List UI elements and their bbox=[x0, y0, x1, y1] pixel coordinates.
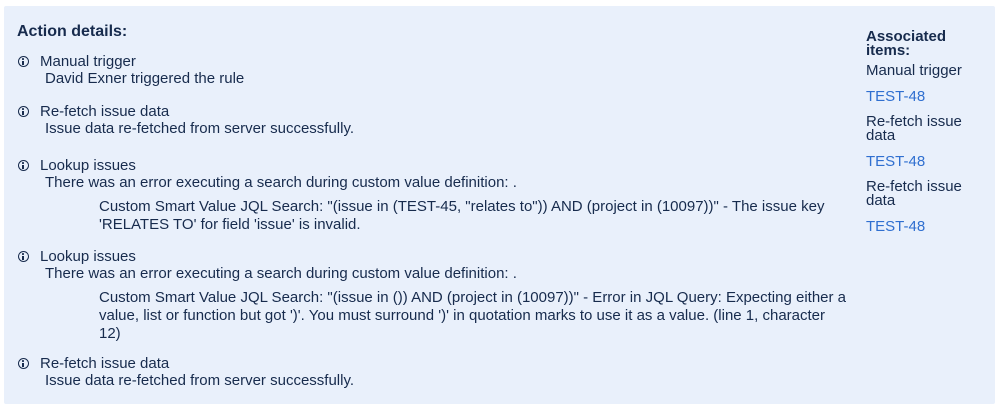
info-icon bbox=[18, 357, 29, 369]
entry-error-detail: Custom Smart Value JQL Search: "(issue i… bbox=[99, 289, 847, 342]
log-entry: Lookup issues There was an error executi… bbox=[18, 247, 849, 343]
entry-title: Re-fetch issue data bbox=[40, 102, 170, 120]
entry-title: Re-fetch issue data bbox=[40, 354, 170, 372]
entry-title: Lookup issues bbox=[40, 247, 136, 265]
entry-error-detail: Custom Smart Value JQL Search: "(issue i… bbox=[99, 198, 825, 233]
associated-items-heading: Associated items: bbox=[866, 28, 947, 59]
associated-item-label: Re-fetch issue data bbox=[866, 178, 962, 209]
info-icon bbox=[18, 55, 29, 67]
associated-issue-link[interactable]: TEST-48 bbox=[866, 218, 994, 235]
info-icon bbox=[18, 250, 29, 262]
log-entry: Lookup issues There was an error executi… bbox=[18, 156, 849, 234]
log-entry: Re-fetch issue data Issue data re-fetche… bbox=[18, 102, 354, 138]
entry-message: Issue data re-fetched from server succes… bbox=[45, 372, 355, 389]
action-details-heading: Action details: bbox=[17, 23, 128, 40]
log-entry: Manual trigger David Exner triggered the… bbox=[18, 52, 244, 88]
entry-title: Lookup issues bbox=[40, 156, 136, 174]
entry-message: Issue data re-fetched from server succes… bbox=[45, 120, 355, 137]
associated-items-sidebar: Associated items: Manual trigger TEST-48… bbox=[866, 28, 994, 245]
entry-message: David Exner triggered the rule bbox=[45, 70, 245, 87]
info-icon bbox=[18, 105, 29, 117]
associated-item-label: Manual trigger bbox=[866, 62, 962, 79]
associated-issue-link[interactable]: TEST-48 bbox=[866, 88, 994, 105]
entry-title: Manual trigger bbox=[40, 52, 136, 70]
associated-item-label: Re-fetch issue data bbox=[866, 113, 962, 144]
associated-issue-link[interactable]: TEST-48 bbox=[866, 153, 994, 170]
info-icon bbox=[18, 159, 29, 171]
log-entry: Re-fetch issue data Issue data re-fetche… bbox=[18, 354, 354, 390]
entry-message: There was an error executing a search du… bbox=[45, 265, 517, 282]
action-details-panel: Action details: Manual trigger David Exn… bbox=[4, 6, 995, 404]
entry-message: There was an error executing a search du… bbox=[45, 174, 517, 191]
